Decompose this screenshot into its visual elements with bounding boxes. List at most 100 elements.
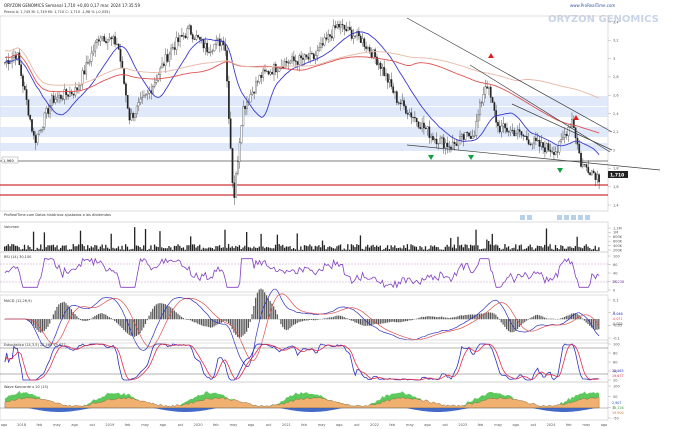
macd-hist-bar [52,314,54,320]
volume-bar [146,249,148,251]
volume-bar [357,245,360,251]
volume-bar [500,249,502,251]
macd-hist-bar [451,317,454,320]
candle-body [244,106,246,110]
candle-body [34,135,37,143]
candle-body [554,151,557,155]
candle-body [105,41,107,43]
volume-bar [47,245,49,251]
candle-body [67,94,69,97]
volume-bar [217,246,219,251]
macd-hist-bar [583,319,585,321]
volume-bar [524,248,526,251]
macd-hist-bar [206,319,208,327]
candle-body [63,89,66,100]
macd-hist-bar [323,318,325,320]
macd-hist-bar [208,319,210,328]
volume-bar [81,244,83,251]
volume-bar [469,244,472,251]
tool-icon[interactable] [578,215,583,220]
volume-bar [547,246,549,251]
volume-bar [513,247,515,251]
axis-tick-label: 3,2 [613,39,619,43]
volume-bar [433,245,436,251]
candle-body [383,67,386,76]
tool-icon[interactable] [564,215,569,220]
macd-hist-bar [540,315,542,320]
candle-body [489,86,492,98]
candle-body [399,102,402,105]
tool-icon[interactable] [527,215,532,220]
band-1 [0,96,608,106]
volume-bar [63,245,65,251]
axis-tick-label: -50 [613,416,619,420]
candle-body [311,53,313,54]
axis-tick-label: 3,4 [613,20,619,24]
volume-bar [410,244,412,251]
volume-bar [480,249,483,251]
candle-body [83,70,86,75]
volume-bar [376,245,378,251]
macd-hist-bar [468,314,470,320]
volume-bar [587,246,589,251]
volume-bar [76,246,78,251]
axis-tick-label: 1,4 [613,203,619,207]
volume-bar [117,246,120,251]
tool-icon[interactable] [557,215,562,220]
volume-bar [226,247,228,251]
macd-hist-bar [303,319,306,321]
volume-bar [408,249,410,251]
volume-bar [444,246,446,251]
volume-bar [298,249,300,251]
macd-hist-bar [159,303,161,320]
tool-icon[interactable] [571,215,576,220]
macd-hist-bar [300,319,302,322]
tool-icon[interactable] [585,215,590,220]
macd-hist-bar [67,305,69,320]
macd-hist-bar [88,319,91,321]
macd-hist-bar [265,295,268,320]
macd-hist-bar [296,319,298,324]
macd-hist-bar [224,319,226,321]
volume-bar [576,236,578,251]
macd-hist-bar [188,319,190,320]
macd-hist-bar [152,308,154,320]
candle-body [191,34,194,40]
stoch-k-value: 22,465 [612,369,624,373]
volume-bar [520,244,522,251]
candle-body [56,96,59,100]
candle-body [70,92,73,95]
axis-tick-label: 50 [613,395,617,399]
brand-label[interactable]: www.ProRealTime.com [570,3,615,8]
macd-hist-bar [85,319,87,322]
volume-bar [137,245,139,251]
volume-bar [246,231,248,251]
volume-bar [542,247,544,251]
candle-body [262,69,265,78]
volume-bar [383,248,385,251]
candle-body [535,137,537,142]
volume-bar [330,247,333,251]
macd-hist-bar [141,319,143,331]
candle-body [428,126,431,138]
candle-body [323,37,326,46]
candle-body [437,143,440,145]
candle-body [457,139,460,146]
tool-icon[interactable] [520,215,525,220]
time-axis-label: feb [125,423,131,427]
macd-hist-bar [408,319,410,321]
volume-bar [473,245,475,251]
volume-bar [569,246,571,251]
ohlc-readout: Precio A: 1,745 M: 1,749 Mi: 1,710 C: 1,… [4,10,110,14]
candle-body [144,94,147,96]
macd-hist-bar [442,317,445,320]
candle-body [419,127,422,129]
candle-body [116,43,118,45]
volume-bar [7,244,9,251]
volume-bar [108,248,111,251]
volume-bar [128,249,130,251]
candle-body [479,102,481,116]
macd-hist-bar [350,319,352,321]
volume-bar [20,249,22,251]
candle-body [354,35,357,37]
